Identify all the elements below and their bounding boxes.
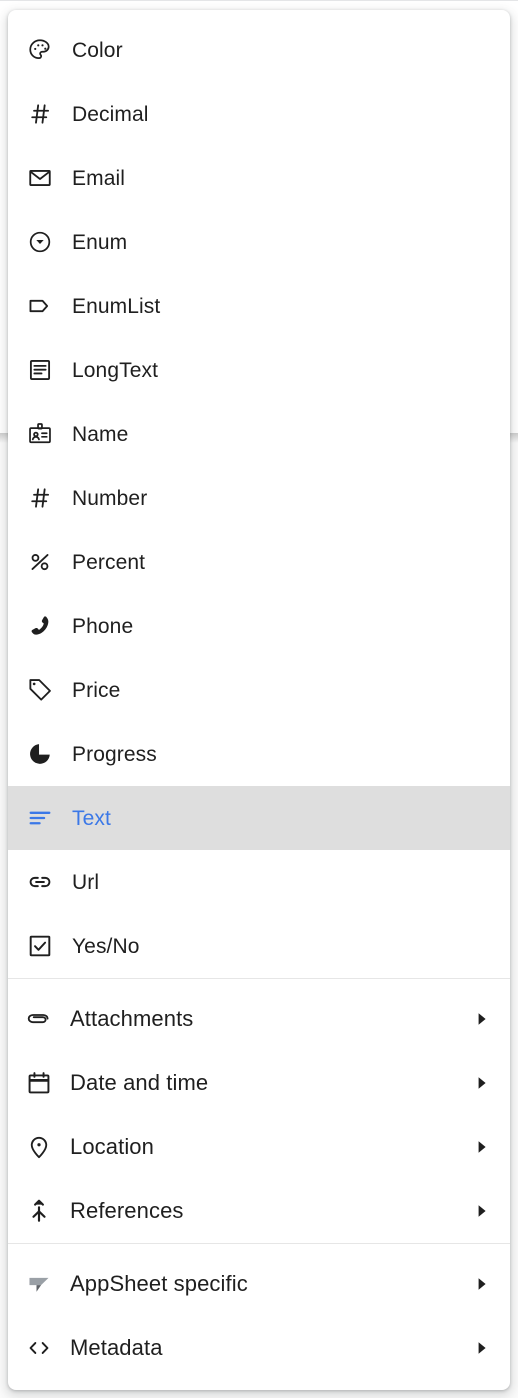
menu-item-metadata[interactable]: Metadata	[8, 1316, 510, 1380]
hash-icon	[8, 101, 72, 127]
pie-progress-icon	[8, 741, 72, 767]
menu-item-label: Yes/No	[72, 934, 140, 958]
menu-item-number[interactable]: Number	[8, 466, 510, 530]
price-tag-icon	[8, 677, 72, 703]
menu-item-decimal[interactable]: Decimal	[8, 82, 510, 146]
menu-item-label: Decimal	[72, 102, 149, 126]
menu-item-label: Color	[72, 38, 123, 62]
menu-item-label: Phone	[72, 614, 134, 638]
calendar-icon	[8, 1070, 70, 1096]
menu-item-enumlist[interactable]: EnumList	[8, 274, 510, 338]
menu-item-email[interactable]: Email	[8, 146, 510, 210]
menu-item-text[interactable]: Text	[8, 786, 510, 850]
percent-icon	[8, 549, 72, 575]
menu-item-label: Name	[72, 422, 129, 446]
submenu-arrow-icon	[468, 1203, 490, 1219]
menu-item-label: Enum	[72, 230, 128, 254]
code-brackets-icon	[8, 1335, 70, 1361]
phone-icon	[8, 613, 72, 639]
menu-item-url[interactable]: Url	[8, 850, 510, 914]
menu-item-label: Number	[72, 486, 148, 510]
menu-item-label: EnumList	[72, 294, 161, 318]
submenu-arrow-icon	[468, 1139, 490, 1155]
hash-icon	[8, 485, 72, 511]
screen: Color Decimal Email Enum EnumList LongText Nam…	[0, 0, 518, 1398]
palette-icon	[8, 37, 72, 63]
menu-item-label: Metadata	[70, 1335, 163, 1360]
menu-item-date-and-time[interactable]: Date and time	[8, 1051, 510, 1115]
submenu-arrow-icon	[468, 1276, 490, 1292]
menu-item-label: Progress	[72, 742, 157, 766]
badge-icon	[8, 421, 72, 447]
menu-item-label: Text	[72, 806, 111, 830]
tag-outline-icon	[8, 293, 72, 319]
menu-item-progress[interactable]: Progress	[8, 722, 510, 786]
menu-item-label: Url	[72, 870, 100, 894]
menu-item-label: AppSheet specific	[70, 1271, 248, 1296]
menu-item-price[interactable]: Price	[8, 658, 510, 722]
column-type-menu[interactable]: Color Decimal Email Enum EnumList LongText Nam…	[8, 10, 510, 1390]
menu-item-label: References	[70, 1198, 184, 1223]
menu-section-padding	[8, 979, 510, 987]
menu-item-references[interactable]: References	[8, 1179, 510, 1243]
menu-item-percent[interactable]: Percent	[8, 530, 510, 594]
menu-item-color[interactable]: Color	[8, 18, 510, 82]
menu-bottom-padding	[8, 1380, 510, 1390]
menu-item-yes-no[interactable]: Yes/No	[8, 914, 510, 978]
text-lines-icon	[8, 805, 72, 831]
menu-item-longtext[interactable]: LongText	[8, 338, 510, 402]
submenu-arrow-icon	[468, 1011, 490, 1027]
long-text-icon	[8, 357, 72, 383]
paperclip-icon	[8, 1006, 70, 1032]
menu-item-label: LongText	[72, 358, 159, 382]
menu-item-name[interactable]: Name	[8, 402, 510, 466]
menu-item-attachments[interactable]: Attachments	[8, 987, 510, 1051]
call-merge-icon	[8, 1198, 70, 1224]
link-icon	[8, 869, 72, 895]
appsheet-logo-icon	[8, 1271, 70, 1297]
menu-item-label: Attachments	[70, 1006, 194, 1031]
menu-item-label: Date and time	[70, 1070, 209, 1095]
submenu-arrow-icon	[468, 1340, 490, 1356]
menu-item-label: Email	[72, 166, 126, 190]
checkbox-icon	[8, 933, 72, 959]
menu-section-padding	[8, 1244, 510, 1252]
dropdown-circle-icon	[8, 229, 72, 255]
menu-item-label: Location	[70, 1134, 154, 1159]
menu-item-appsheet-specific[interactable]: AppSheet specific	[8, 1252, 510, 1316]
envelope-icon	[8, 165, 72, 191]
submenu-arrow-icon	[468, 1075, 490, 1091]
map-pin-icon	[8, 1134, 70, 1160]
menu-item-enum[interactable]: Enum	[8, 210, 510, 274]
menu-item-label: Percent	[72, 550, 146, 574]
menu-item-phone[interactable]: Phone	[8, 594, 510, 658]
menu-item-location[interactable]: Location	[8, 1115, 510, 1179]
menu-item-label: Price	[72, 678, 121, 702]
